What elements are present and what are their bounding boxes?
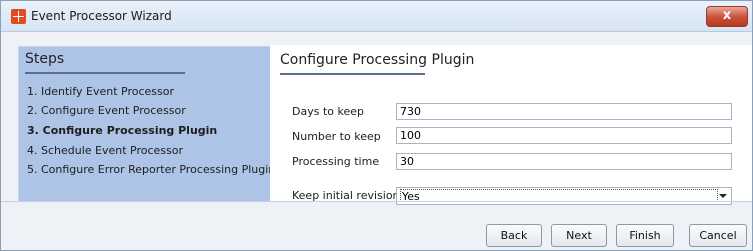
- steps-heading-underline: [25, 72, 185, 74]
- page-title: Configure Processing Plugin: [280, 52, 475, 68]
- page-title-underline: [280, 73, 425, 75]
- step-1: 1. Identify Event Processor: [27, 85, 175, 98]
- step-4: 4. Schedule Event Processor: [27, 144, 184, 157]
- title-bar: Event Processor Wizard x: [1, 1, 752, 32]
- window-title: Event Processor Wizard: [31, 9, 172, 23]
- steps-heading: Steps: [25, 51, 65, 67]
- step-2: 2. Configure Event Processor: [27, 104, 186, 117]
- close-icon: x: [722, 8, 732, 23]
- days-to-keep-input[interactable]: [396, 103, 732, 120]
- steps-panel: Steps 1. Identify Event Processor 2. Con…: [18, 46, 275, 202]
- step-3-current: 3. Configure Processing Plugin: [27, 124, 218, 137]
- chevron-down-icon[interactable]: [719, 194, 727, 198]
- processing-time-input[interactable]: [396, 153, 732, 170]
- back-button[interactable]: Back: [486, 224, 542, 247]
- app-icon: [11, 9, 26, 24]
- processing-time-label: Processing time: [292, 155, 380, 168]
- keep-initial-revision-select[interactable]: Yes: [396, 187, 732, 205]
- wizard-window: Event Processor Wizard x Steps 1. Identi…: [0, 0, 753, 251]
- close-button[interactable]: x: [706, 6, 748, 27]
- number-to-keep-label: Number to keep: [292, 130, 381, 143]
- step-5: 5. Configure Error Reporter Processing P…: [27, 163, 276, 176]
- number-to-keep-input[interactable]: [396, 127, 732, 144]
- content-panel: Configure Processing Plugin Days to keep…: [270, 45, 752, 205]
- next-button[interactable]: Next: [551, 224, 607, 247]
- finish-button[interactable]: Finish: [616, 224, 674, 247]
- cancel-button[interactable]: Cancel: [689, 224, 747, 247]
- footer-divider: [1, 201, 752, 202]
- days-to-keep-label: Days to keep: [292, 105, 364, 118]
